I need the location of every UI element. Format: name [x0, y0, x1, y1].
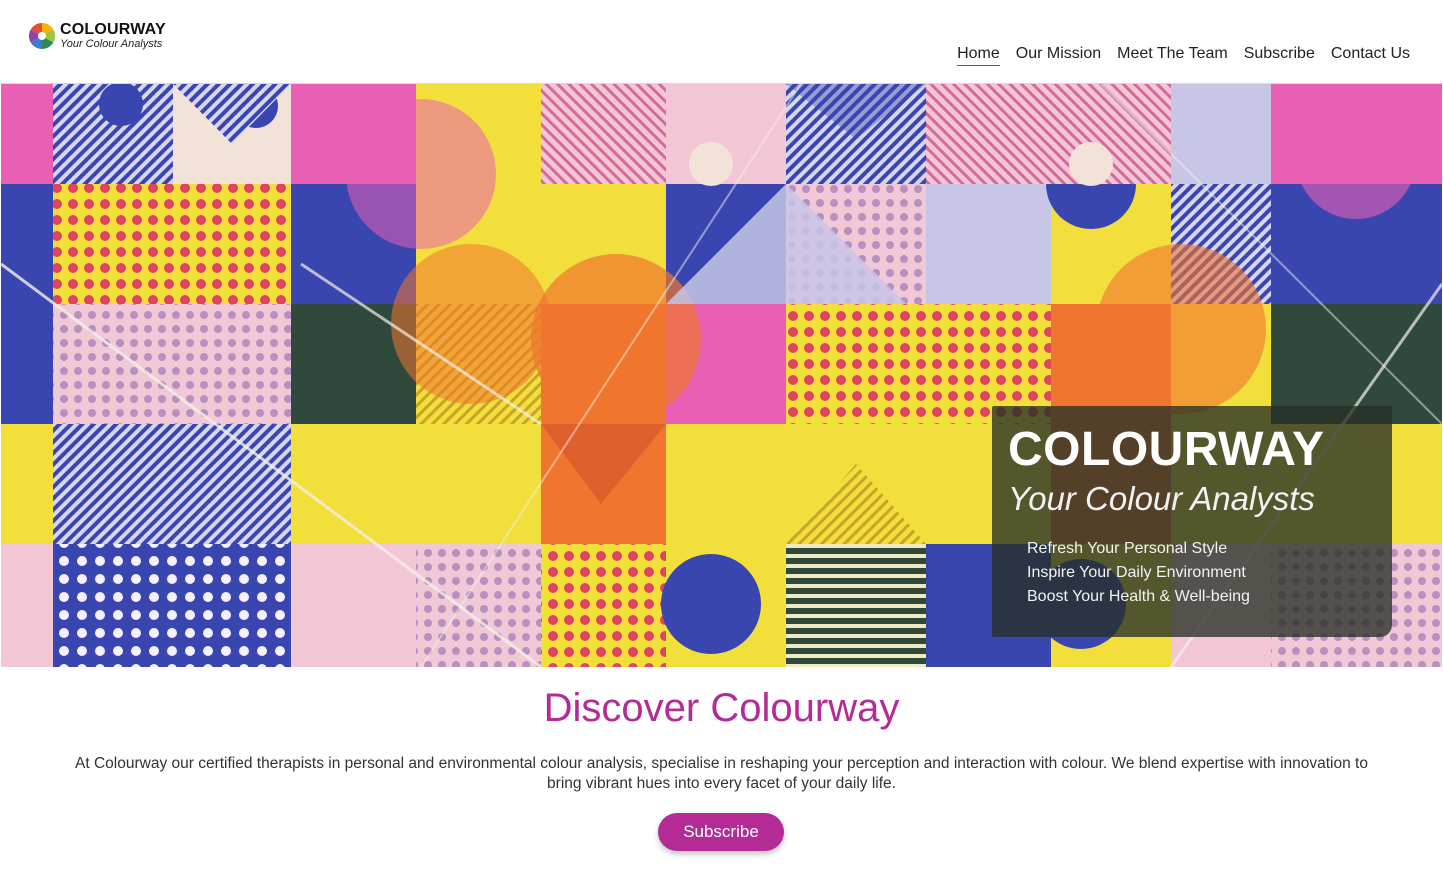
hero-benefits-list: Refresh Your Personal Style Inspire Your… — [1008, 537, 1376, 609]
colour-wheel-icon — [28, 22, 56, 50]
hero-benefit-item: Boost Your Health & Well-being — [1027, 588, 1250, 605]
main-nav: Home Our Mission Meet The Team Subscribe… — [957, 45, 1410, 66]
hero-benefit-item: Inspire Your Daily Environment — [1027, 564, 1246, 581]
hero-subtitle: Your Colour Analysts — [1008, 480, 1315, 517]
nav-subscribe[interactable]: Subscribe — [1244, 45, 1315, 66]
brand-name: COLOURWAY — [60, 21, 166, 38]
nav-home[interactable]: Home — [957, 45, 1000, 66]
hero-benefit-item: Refresh Your Personal Style — [1027, 540, 1228, 557]
subscribe-button[interactable]: Subscribe — [658, 813, 784, 851]
hero-card: COLOURWAY Your Colour Analysts Refresh Y… — [992, 406, 1392, 637]
site-header: COLOURWAY Your Colour Analysts Home Our … — [0, 0, 1443, 84]
nav-meet-the-team[interactable]: Meet The Team — [1117, 45, 1228, 66]
brand-logo[interactable]: COLOURWAY Your Colour Analysts — [28, 22, 166, 50]
hero-banner: COLOURWAY Your Colour Analysts Refresh Y… — [1, 84, 1442, 667]
nav-our-mission[interactable]: Our Mission — [1016, 45, 1101, 66]
nav-contact-us[interactable]: Contact Us — [1331, 45, 1410, 66]
brand-tagline: Your Colour Analysts — [60, 38, 163, 50]
intro-paragraph: At Colourway our certified therapists in… — [75, 755, 1368, 792]
discover-heading: Discover Colourway — [543, 686, 900, 730]
hero-title: COLOURWAY — [1008, 423, 1325, 476]
